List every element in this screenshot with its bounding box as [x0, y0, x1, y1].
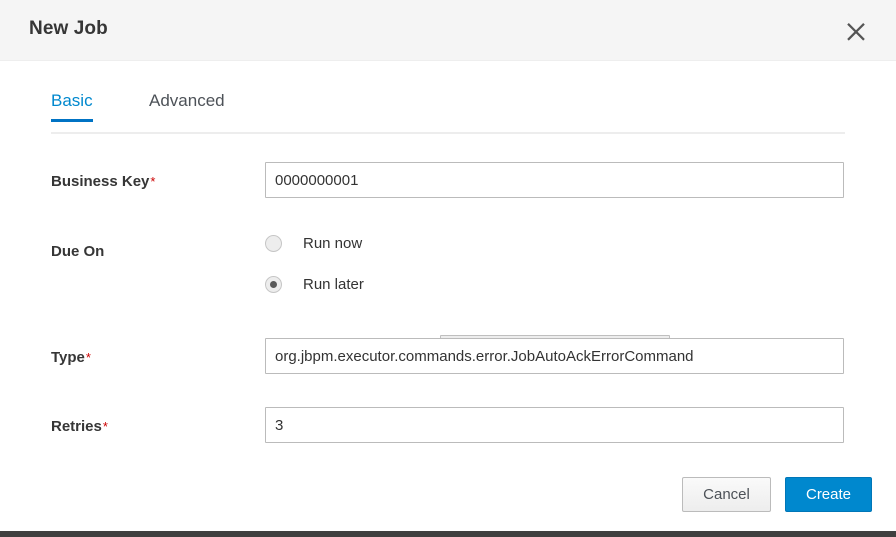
- business-key-input[interactable]: [265, 162, 844, 198]
- due-on-label: Due On: [51, 243, 105, 260]
- radio-run-later-control[interactable]: [265, 276, 282, 293]
- create-button[interactable]: Create: [785, 477, 872, 512]
- radio-run-later[interactable]: Run later: [265, 276, 364, 293]
- cancel-button[interactable]: Cancel: [682, 477, 771, 512]
- type-input[interactable]: [265, 338, 844, 374]
- retries-input[interactable]: [265, 407, 844, 443]
- tab-advanced[interactable]: Advanced: [149, 92, 225, 120]
- radio-run-later-label[interactable]: Run later: [303, 276, 364, 293]
- required-marker: *: [85, 350, 91, 365]
- modal-body: Basic Advanced Business Key* Due On Run …: [0, 61, 896, 531]
- radio-run-now[interactable]: Run now: [265, 235, 362, 252]
- required-marker: *: [102, 419, 108, 434]
- tab-bar: Basic Advanced: [51, 92, 845, 134]
- close-button[interactable]: [838, 13, 874, 49]
- modal-header: New Job: [0, 0, 896, 61]
- required-marker: *: [150, 174, 156, 189]
- radio-run-now-control[interactable]: [265, 235, 282, 252]
- new-job-modal: New Job Basic Advanced Business Key* Due…: [0, 0, 896, 537]
- business-key-label: Business Key*: [51, 173, 156, 190]
- tab-basic[interactable]: Basic: [51, 92, 93, 122]
- type-label: Type*: [51, 349, 91, 366]
- close-icon: [845, 20, 867, 42]
- radio-run-now-label[interactable]: Run now: [303, 235, 362, 252]
- retries-label: Retries*: [51, 418, 108, 435]
- page-title: New Job: [29, 18, 108, 39]
